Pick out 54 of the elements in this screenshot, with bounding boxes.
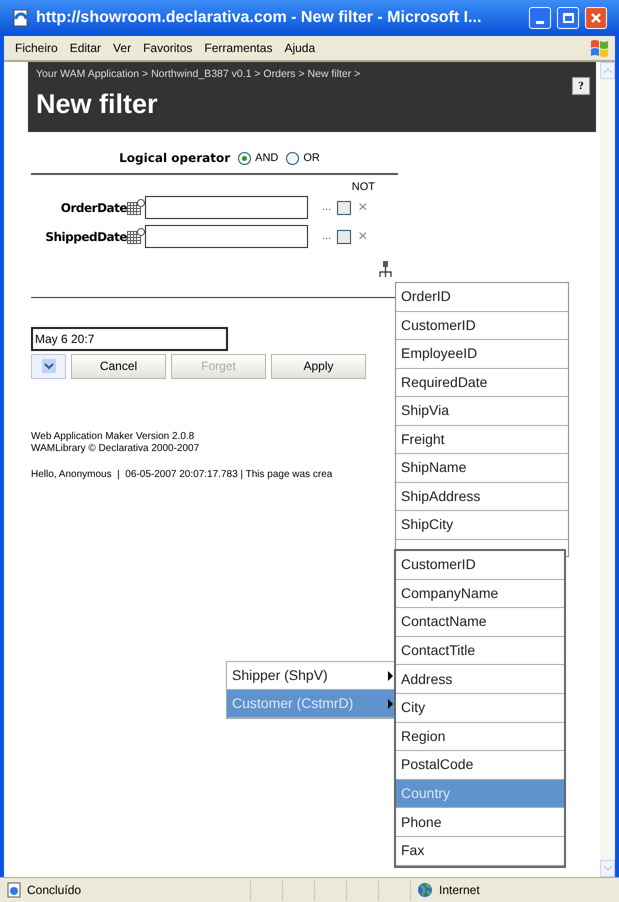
menu-item[interactable]: Region (396, 722, 564, 752)
browse-button[interactable]: ... (322, 199, 332, 216)
calendar-icon[interactable] (127, 199, 145, 216)
field-label: OrderDate (60, 200, 127, 216)
calendar-icon[interactable] (127, 228, 145, 245)
not-column-header: NOT (352, 180, 375, 195)
menu-item[interactable]: Favoritos (137, 39, 198, 57)
minimize-button[interactable] (529, 7, 551, 29)
date-input-field[interactable]: May 6 20:7 (31, 326, 228, 350)
not-checkbox[interactable] (337, 200, 352, 214)
menu-item[interactable]: Ajuda (278, 39, 322, 57)
footer-text: Web Application Maker Version 2.0.8 (31, 430, 194, 442)
menu-item[interactable]: RequiredDate (396, 368, 568, 397)
menu-item[interactable]: CompanyName (396, 580, 564, 608)
action-button[interactable]: Apply (271, 354, 366, 378)
browser-page-icon (12, 9, 30, 27)
logical-operator-label: Logical operator (119, 150, 230, 167)
window-title: http://showroom.declarativa.com - New filter - Microsoft I... (36, 8, 482, 28)
filter-value-field[interactable] (145, 225, 308, 248)
user-status-line: Hello, Anonymous | 06-05-2007 20:07:17.783 | This page was crea (31, 468, 332, 482)
breadcrumb: Your WAM Application > Northwind_B387 v0.1 > Orders > New filter > (36, 67, 360, 82)
radio-label[interactable]: OR (303, 150, 320, 166)
page-title: New filter (36, 88, 159, 121)
radio-button[interactable] (238, 152, 252, 164)
remove-button[interactable]: × (358, 200, 368, 216)
dropdown-button[interactable] (31, 354, 66, 378)
globe-icon (417, 882, 433, 898)
close-icon (590, 12, 602, 24)
not-checkbox[interactable] (337, 230, 352, 244)
chevron-down-icon (42, 359, 56, 373)
remove-button[interactable]: × (358, 228, 368, 244)
menu-item[interactable]: Freight (396, 426, 568, 454)
menu-item[interactable]: Editar (64, 39, 108, 57)
menu-item[interactable]: Ver (107, 39, 138, 57)
radio-label[interactable]: AND (255, 150, 278, 166)
help-button[interactable]: ? (572, 77, 590, 95)
page-icon (6, 882, 22, 898)
submenu-arrow-icon (388, 670, 393, 680)
close-button[interactable] (585, 7, 607, 29)
submenu-arrow-icon (388, 698, 393, 708)
hierarchy-icon[interactable] (378, 260, 392, 276)
radio-button[interactable] (286, 152, 300, 164)
windows-logo-icon (589, 38, 611, 58)
status-text: Concluído (27, 882, 82, 899)
field-label: ShippedDate (44, 228, 127, 246)
security-zone: Internet (439, 882, 480, 899)
menu-item[interactable]: Ficheiro (9, 39, 64, 57)
filter-value-field[interactable] (145, 196, 308, 219)
menu-item[interactable]: ShipAddress (396, 482, 568, 511)
action-button[interactable]: Cancel (71, 354, 166, 378)
menu-item[interactable]: Ferramentas (198, 39, 278, 57)
maximize-button[interactable] (557, 7, 579, 29)
footer-text: WAMLibrary © Declarativa 2000-2007 (31, 442, 200, 454)
browse-button[interactable]: ... (322, 228, 332, 245)
